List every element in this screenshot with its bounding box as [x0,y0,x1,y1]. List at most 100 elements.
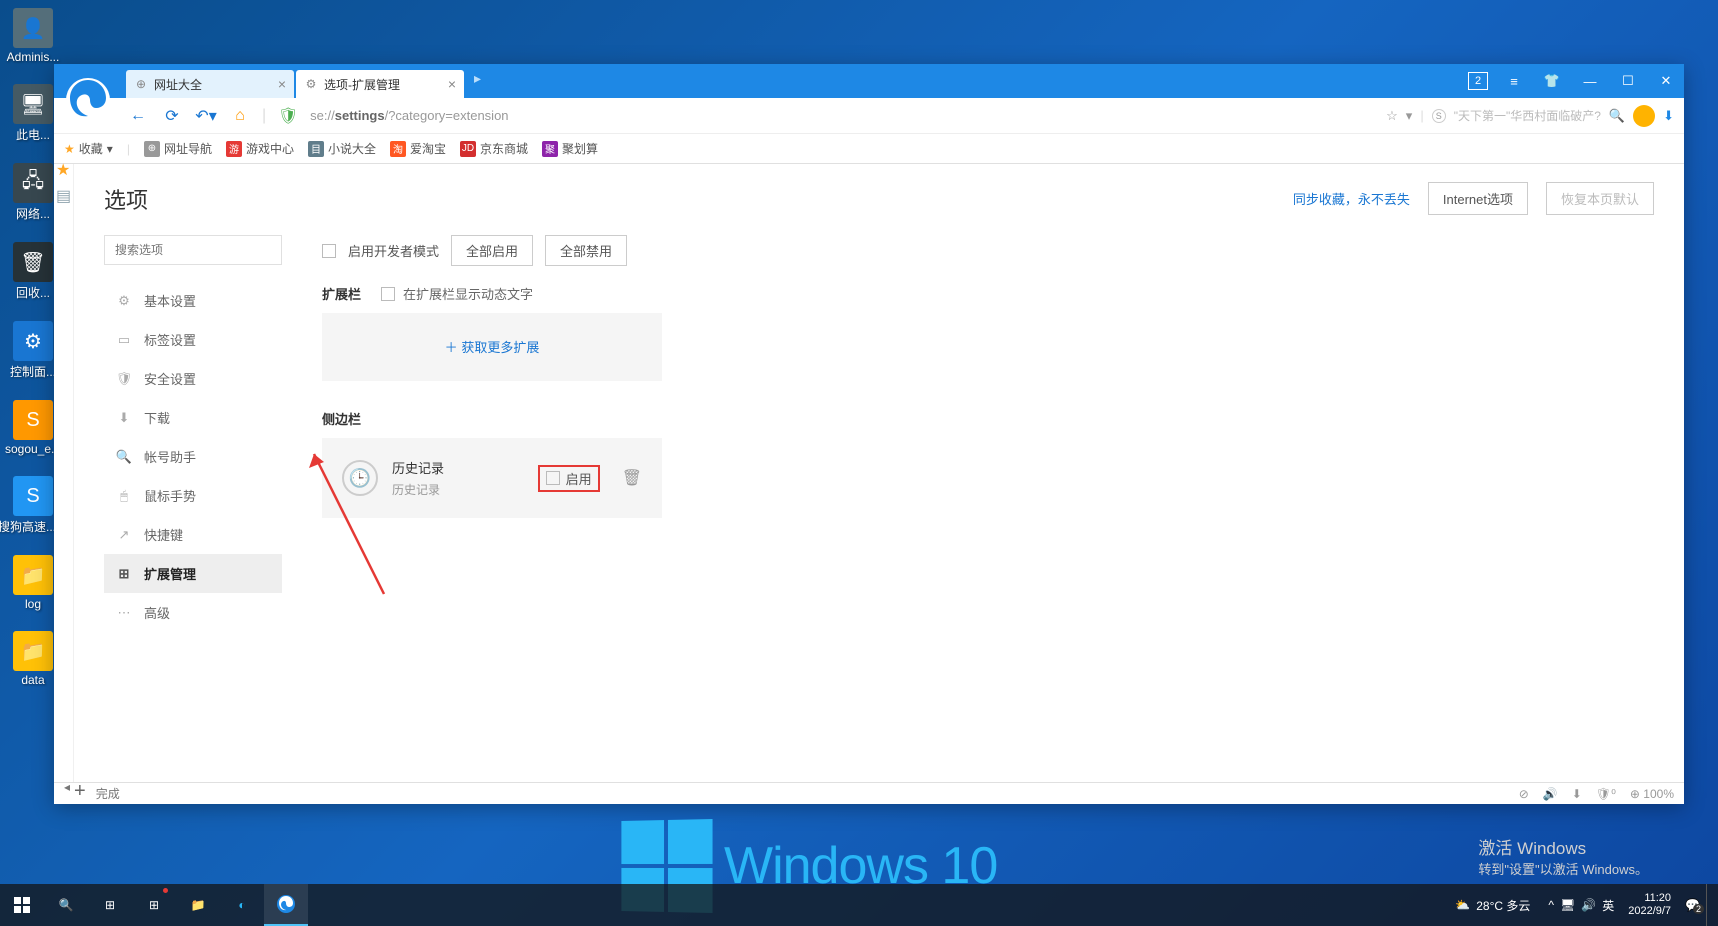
zoom-control[interactable]: ⊕ 100% [1630,787,1674,801]
bookmark-item[interactable]: ⊕网址导航 [144,140,212,157]
volume-icon[interactable]: 🔊 [1581,898,1596,912]
gear-icon: ⚙ [116,293,132,309]
bookmark-item[interactable]: 游游戏中心 [226,140,294,157]
close-icon[interactable]: × [278,76,286,92]
close-icon[interactable]: × [448,76,456,92]
restore-defaults-button[interactable]: 恢复本页默认 [1546,182,1654,215]
home-button[interactable]: ⌂ [228,104,252,128]
minimize-button[interactable]: — [1572,67,1608,95]
skin-icon[interactable]: 👕 [1534,67,1570,95]
bookmark-item[interactable]: JD京东商城 [460,140,528,157]
grid-icon: ⊞ [116,566,132,582]
url-bar[interactable]: se://settings/?category=extension [310,108,1376,123]
clock[interactable]: 11:20 2022/9/7 [1628,892,1671,918]
task-view-button[interactable]: ⊞ [88,884,132,926]
sidebar-item-tabs[interactable]: ▭标签设置 [104,320,282,359]
desktop-icon[interactable]: 👤Adminis... [5,8,61,64]
desktop-icon[interactable]: ⚙控制面... [5,321,61,380]
tab-settings-ext[interactable]: ⚙ 选项-扩展管理 × [296,70,464,98]
more-icon: ⋯ [116,605,132,621]
undo-button[interactable]: ↶▾ [194,104,218,128]
tab-url-collection[interactable]: ⊕ 网址大全 × [126,70,294,98]
action-center-icon[interactable]: 💬2 [1685,898,1700,912]
desktop-icon[interactable]: S搜狗高速...器 [5,476,61,535]
tab-icon: ▭ [116,332,132,348]
sogou-search-icon: S [1432,109,1446,123]
internet-options-button[interactable]: Internet选项 [1428,182,1528,215]
sidebar-item-gestures[interactable]: 🖱鼠标手势 [104,476,282,515]
tray-chevron-icon[interactable]: ^ [1548,898,1554,912]
sidebar-item-extensions[interactable]: ⊞扩展管理 [104,554,282,593]
sidebar-item-shortcuts[interactable]: ↗快捷键 [104,515,282,554]
desktop-icon[interactable]: 🖥此电... [5,84,61,143]
devmode-checkbox[interactable] [322,244,336,258]
devmode-label: 启用开发者模式 [348,241,439,260]
desktop-icon[interactable]: 🗑回收... [5,242,61,301]
sync-link[interactable]: 同步收藏，永不丢失 [1293,189,1410,208]
settings-main: 启用开发者模式 全部启用 全部禁用 扩展栏 在扩展栏显示动态文字 ＋ 获取更多扩… [322,235,1654,632]
status-add-icon[interactable]: + [74,780,86,803]
extension-card: 🕒 历史记录 历史记录 启用 🗑 [322,438,662,518]
explorer-button[interactable]: 📁 [176,884,220,926]
shield-icon: 🛡 [116,371,132,387]
sound-icon[interactable]: 🔊 [1543,787,1558,801]
reload-button[interactable]: ⟳ [160,104,184,128]
extension-desc: 历史记录 [392,481,444,498]
weather-widget[interactable]: ⛅ 28°C 多云 [1455,897,1530,914]
avatar[interactable] [1633,105,1655,127]
search-button[interactable]: 🔍 [44,884,88,926]
status-text: 完成 [96,785,120,802]
enable-checkbox[interactable] [546,471,560,485]
disable-all-button[interactable]: 全部禁用 [545,235,627,266]
download-status-icon[interactable]: ⬇ [1572,787,1582,801]
menu-icon[interactable]: ≡ [1496,67,1532,95]
sidebar-item-security[interactable]: 🛡安全设置 [104,359,282,398]
show-desktop-button[interactable] [1706,884,1712,926]
desktop-icon[interactable]: 📁log [5,555,61,611]
download-icon[interactable]: ⬇ [1663,108,1674,124]
enable-toggle[interactable]: 启用 [538,465,600,492]
bookmark-item[interactable]: 淘爱淘宝 [390,140,446,157]
app-logo-icon[interactable] [64,76,112,124]
star-icon[interactable]: ☆ [1386,108,1398,124]
shield-icon[interactable]: 🛡 [276,104,300,128]
network-icon[interactable]: 🖥 [1560,898,1575,912]
maximize-button[interactable]: ☐ [1610,67,1646,95]
section-header-bar: 扩展栏 在扩展栏显示动态文字 [322,284,1654,303]
sidebar-item-download[interactable]: ⬇下载 [104,398,282,437]
settings-sidebar: ⚙基本设置 ▭标签设置 🛡安全设置 ⬇下载 🔍帐号助手 🖱鼠标手势 ↗快捷键 ⊞… [104,235,282,632]
search-icon[interactable]: 🔍 [1609,108,1625,124]
back-button[interactable]: ← [126,104,150,128]
desktop-icon[interactable]: Ssogou_e... [5,400,61,456]
showtext-checkbox[interactable] [381,287,395,301]
desktop-icon[interactable]: 📁data [5,631,61,687]
delete-icon[interactable]: 🗑 [622,468,642,488]
desktop-icons: 👤Adminis... 🖥此电... 🖧网络... 🗑回收... ⚙控制面...… [5,8,61,687]
enable-all-button[interactable]: 全部启用 [451,235,533,266]
bookmark-item[interactable]: 目小说大全 [308,140,376,157]
search-placeholder[interactable]: "天下第一"华西村面临破产? [1454,107,1601,124]
star-strip-icon[interactable]: ★ [56,160,72,176]
close-button[interactable]: ✕ [1648,67,1684,95]
sidebar-item-basic[interactable]: ⚙基本设置 [104,281,282,320]
edge-button[interactable]: ◐ [220,884,264,926]
favorites-menu[interactable]: ★收藏▾ [64,140,113,157]
bookmarks-bar: ★收藏▾ | ⊕网址导航 游游戏中心 目小说大全 淘爱淘宝 JD京东商城 聚聚划… [54,134,1684,164]
sidebar-item-account[interactable]: 🔍帐号助手 [104,437,282,476]
mouse-icon: 🖱 [116,488,132,504]
shield-status-icon[interactable]: 🛡⁰ [1596,787,1616,801]
new-tab-icon[interactable]: ▸ [466,70,489,98]
sidebar-item-advanced[interactable]: ⋯高级 [104,593,282,632]
sogou-button[interactable] [264,884,308,926]
apps-button[interactable]: ⊞ [132,884,176,926]
start-button[interactable] [0,884,44,926]
secure-icon[interactable]: ⊘ [1519,787,1529,801]
ime-indicator[interactable]: 英 [1602,897,1614,914]
search-input[interactable] [104,235,282,265]
desktop-icon[interactable]: 🖧网络... [5,163,61,222]
badge-count[interactable]: 2 [1468,72,1488,90]
list-strip-icon[interactable]: ▤ [56,186,72,202]
get-more-card[interactable]: ＋ 获取更多扩展 [322,313,662,381]
bookmark-item[interactable]: 聚聚划算 [542,140,598,157]
status-prev-icon[interactable]: ◂ [64,780,70,807]
